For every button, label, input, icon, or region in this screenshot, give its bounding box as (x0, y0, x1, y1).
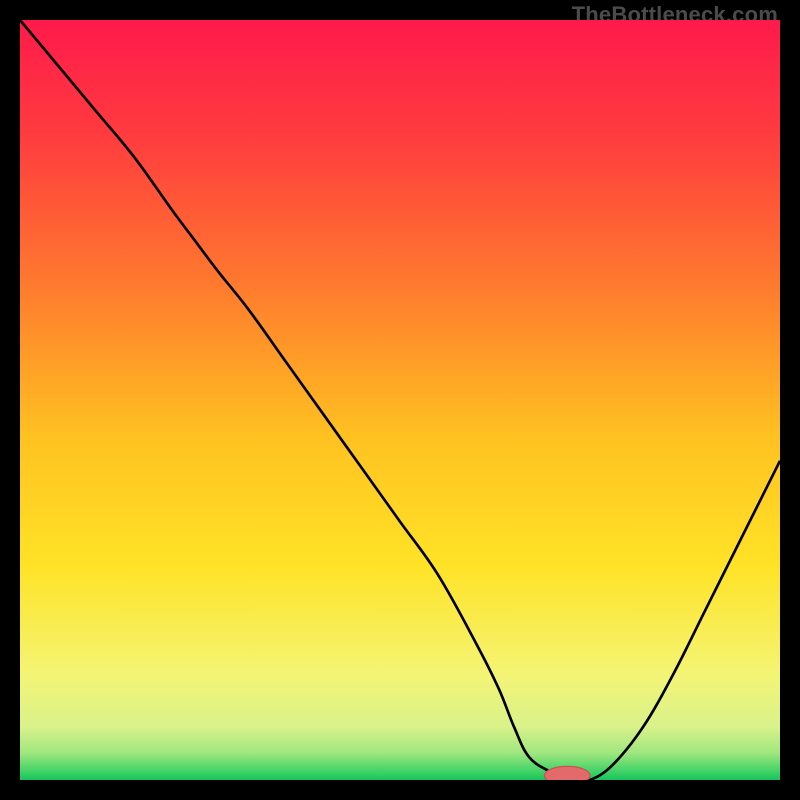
chart-svg (20, 20, 780, 780)
chart-frame: TheBottleneck.com (0, 0, 800, 800)
plot-area (20, 20, 780, 780)
gradient-background (20, 20, 780, 780)
optimum-marker (544, 766, 590, 780)
